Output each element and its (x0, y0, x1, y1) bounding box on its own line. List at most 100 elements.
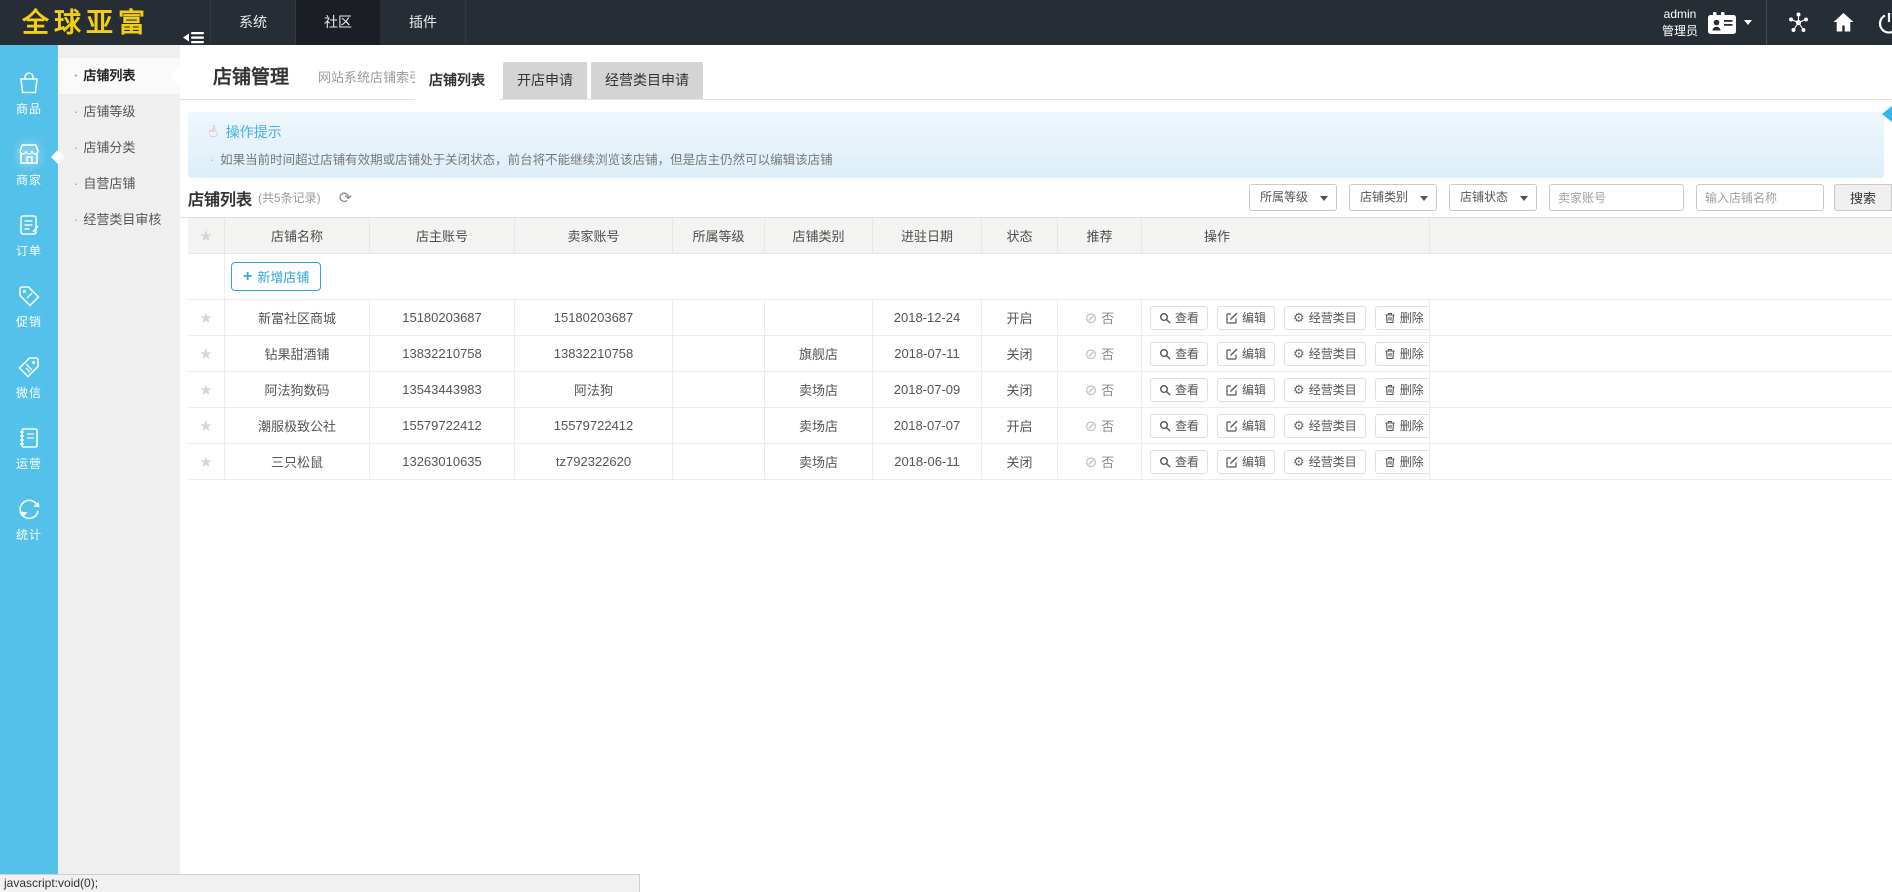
col-status: 状态 (982, 218, 1058, 254)
record-count: (共5条记录) (258, 189, 321, 206)
favorite-star-icon[interactable]: ★ (199, 381, 212, 399)
cell-filler (1430, 444, 1892, 480)
col-seller-account: 卖家账号 (515, 218, 673, 254)
topnav-item-plugins[interactable]: 插件 (381, 0, 466, 45)
submenu-item-label: 自营店铺 (83, 176, 135, 191)
add-shop-button[interactable]: + 新增店铺 (231, 262, 321, 291)
status-filter-select[interactable]: 店铺状态 (1449, 184, 1537, 211)
power-logout-icon[interactable] (1877, 11, 1892, 35)
network-share-icon[interactable] (1787, 11, 1810, 34)
caret-down-icon (1520, 196, 1528, 201)
edit-label: 编辑 (1242, 417, 1266, 434)
sidebar-item-operation[interactable]: 运营 (0, 412, 58, 483)
recommend-value: 否 (1101, 416, 1114, 435)
user-menu[interactable]: admin 管理员 (1662, 6, 1766, 38)
edit-button[interactable]: 编辑 (1217, 450, 1275, 474)
delete-button[interactable]: 删除 (1375, 450, 1430, 474)
view-button[interactable]: 查看 (1150, 414, 1208, 438)
view-label: 查看 (1175, 381, 1199, 398)
submenu-item-shop-level[interactable]: ·店铺等级 (58, 94, 180, 130)
category-button[interactable]: ⚙ 经营类目 (1284, 306, 1366, 330)
storefront-icon (15, 140, 43, 168)
sidebar-collapse-icon[interactable] (183, 30, 205, 45)
sidebar-item-statistics[interactable]: 统计 (0, 483, 58, 554)
submenu-item-shop-list[interactable]: ·店铺列表 (58, 58, 180, 94)
tab-category-apply[interactable]: 经营类目申请 (591, 62, 703, 99)
cell-status: 开启 (982, 408, 1058, 444)
delete-button[interactable]: 删除 (1375, 306, 1430, 330)
category-button[interactable]: ⚙ 经营类目 (1284, 342, 1366, 366)
no-entry-icon: ⊘ (1085, 381, 1098, 399)
view-button[interactable]: 查看 (1150, 378, 1208, 402)
tab-open-shop-apply[interactable]: 开店申请 (503, 62, 587, 99)
search-button[interactable]: 搜索 (1834, 184, 1892, 211)
delete-button[interactable]: 删除 (1375, 414, 1430, 438)
cell-recommend: ⊘ 否 (1058, 336, 1142, 372)
shop-name-input[interactable] (1696, 184, 1824, 211)
sidebar-item-wechat[interactable]: 微信 (0, 341, 58, 412)
bullet-icon: · (210, 153, 214, 167)
delete-button[interactable]: 删除 (1375, 342, 1430, 366)
edit-button[interactable]: 编辑 (1217, 414, 1275, 438)
edit-button[interactable]: 编辑 (1217, 378, 1275, 402)
no-entry-icon: ⊘ (1085, 309, 1098, 327)
home-icon[interactable] (1832, 12, 1855, 33)
view-button[interactable]: 查看 (1150, 306, 1208, 330)
level-filter-select[interactable]: 所属等级 (1249, 184, 1337, 211)
favorite-star-icon[interactable]: ★ (199, 345, 212, 363)
cell-shop-type (765, 300, 873, 336)
topnav-item-system[interactable]: 系统 (210, 0, 296, 45)
cell-seller-account: tz792322620 (515, 444, 673, 480)
col-shop-name: 店铺名称 (225, 218, 370, 254)
type-filter-select[interactable]: 店铺类别 (1349, 184, 1437, 211)
refresh-icon[interactable]: ⟳ (339, 188, 352, 208)
topnav-item-community[interactable]: 社区 (296, 0, 381, 45)
submenu-item-shop-category[interactable]: ·店铺分类 (58, 130, 180, 166)
order-list-icon (15, 211, 43, 239)
cell-level (673, 372, 765, 408)
main-content: 店铺管理 网站系统店铺索引与管理 店铺列表 开店申请 经营类目申请 ☝ 操作提示… (180, 45, 1892, 874)
favorite-star-icon[interactable]: ★ (199, 417, 212, 435)
category-button[interactable]: ⚙ 经营类目 (1284, 378, 1366, 402)
category-button[interactable]: ⚙ 经营类目 (1284, 414, 1366, 438)
magnifier-icon (1159, 384, 1171, 396)
topbar-right: admin 管理员 (1662, 0, 1892, 45)
pointing-hand-icon: ☝ (206, 121, 220, 143)
sidebar-item-merchant[interactable]: 商家 (0, 128, 58, 199)
filter-controls: 所属等级 店铺类别 店铺状态 搜索 (1237, 184, 1892, 211)
favorite-star-icon[interactable]: ★ (199, 453, 212, 471)
favorite-star-icon[interactable]: ★ (199, 309, 212, 327)
edit-button[interactable]: 编辑 (1217, 306, 1275, 330)
brand-logo[interactable]: 全球亚富 (22, 0, 150, 45)
add-shop-label: 新增店铺 (257, 267, 309, 286)
sidebar-item-label: 运营 (16, 455, 42, 472)
submenu-item-category-audit[interactable]: ·经营类目审核 (58, 202, 180, 238)
view-button[interactable]: 查看 (1150, 342, 1208, 366)
sidebar-item-goods[interactable]: 商品 (0, 57, 58, 128)
view-label: 查看 (1175, 309, 1199, 326)
category-button[interactable]: ⚙ 经营类目 (1284, 450, 1366, 474)
submenu-item-self-shop[interactable]: ·自营店铺 (58, 166, 180, 202)
seller-account-input[interactable] (1549, 184, 1684, 211)
edit-button[interactable]: 编辑 (1217, 342, 1275, 366)
alert-title-row: ☝ 操作提示 (208, 122, 1884, 142)
view-button[interactable]: 查看 (1150, 450, 1208, 474)
edit-pencil-icon (1226, 456, 1238, 468)
category-label: 经营类目 (1309, 417, 1357, 434)
sidebar-item-promotion[interactable]: 促销 (0, 270, 58, 341)
select-label: 所属等级 (1260, 190, 1308, 204)
submenu-item-label: 店铺等级 (83, 104, 135, 119)
alert-text-line: ·如果当前时间超过店铺有效期或店铺处于关闭状态，前台将不能继续浏览该店铺，但是店… (208, 149, 1884, 168)
plus-icon: + (243, 268, 252, 286)
id-card-icon (1707, 11, 1737, 35)
cell-actions: 查看 编辑 ⚙ 经营类目 删除 (1142, 444, 1430, 480)
cell-shop-type: 卖场店 (765, 372, 873, 408)
cell-seller-account: 15579722412 (515, 408, 673, 444)
sidebar-item-orders[interactable]: 订单 (0, 199, 58, 270)
cell-seller-account: 13832210758 (515, 336, 673, 372)
tab-shop-list[interactable]: 店铺列表 (415, 62, 499, 99)
quick-panel-arrow-icon[interactable] (1882, 106, 1892, 122)
cell-actions: 查看 编辑 ⚙ 经营类目 删除 (1142, 408, 1430, 444)
sidebar-item-label: 促销 (16, 313, 42, 330)
delete-button[interactable]: 删除 (1375, 378, 1430, 402)
